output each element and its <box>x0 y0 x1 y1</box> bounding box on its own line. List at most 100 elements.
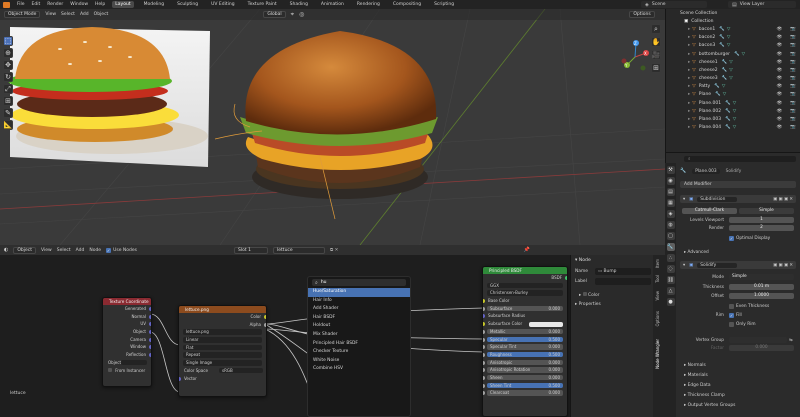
eye-icon[interactable]: 👁 <box>777 117 783 122</box>
snap-icon[interactable]: ⌖ <box>291 11 294 19</box>
eye-icon[interactable]: 👁 <box>777 76 783 81</box>
slot-dropdown[interactable]: Slot 1 <box>234 246 269 254</box>
image-texture-node[interactable]: lettuce.png Color Alpha lettuce.png Line… <box>178 305 267 397</box>
node-label-field[interactable] <box>595 278 651 285</box>
expand-arrow-icon[interactable]: ▸ <box>688 109 690 114</box>
distribution-dropdown[interactable]: GGX <box>487 282 563 289</box>
simple-button[interactable]: Simple <box>739 208 794 214</box>
expand-arrow-icon[interactable]: ▸ <box>688 76 690 81</box>
search-result-item[interactable]: Principled Hair BSDF <box>308 340 410 349</box>
input-socket[interactable] <box>483 299 485 304</box>
properties-search[interactable]: ⌕ <box>684 156 796 162</box>
interpolation-dropdown[interactable]: Linear <box>183 337 262 343</box>
tab-texture-paint[interactable]: Texture Paint <box>245 1 280 8</box>
advanced-panel[interactable]: ▸ Advanced <box>684 250 709 255</box>
material-buttons-icon[interactable]: ⧉ ✕ <box>330 247 338 253</box>
input-socket[interactable] <box>483 337 485 342</box>
search-result-item[interactable]: Add Shader <box>308 305 410 314</box>
search-result-item[interactable]: Combine HSV <box>308 365 410 374</box>
pin-icon[interactable]: 📌 <box>523 247 529 253</box>
search-result-item[interactable]: Hair Info <box>308 297 410 306</box>
object-tab-icon[interactable]: ▢ <box>666 232 675 240</box>
modifier-visibility-icon[interactable]: ▣ ▣ ▣ ✕ <box>773 263 796 268</box>
menu-window[interactable]: Window <box>70 2 88 7</box>
outliner-item[interactable]: ▸ ▽ Plane.001 🔧 ▽ 👁 📷 <box>666 99 800 107</box>
offset-field[interactable]: 1.0000 <box>729 293 794 299</box>
search-result-item[interactable]: Hue/Saturation <box>308 288 410 297</box>
menu-file[interactable]: File <box>17 2 25 7</box>
mode-dropdown[interactable]: Simple <box>729 274 794 280</box>
outliner-item[interactable]: ▸ ▽ Plane.003 🔧 ▽ 👁 📷 <box>666 115 800 123</box>
tool-tab-icon[interactable]: ⚒ <box>666 166 675 174</box>
expand-arrow-icon[interactable]: ▸ <box>688 43 690 48</box>
menu-edit[interactable]: Edit <box>32 2 41 7</box>
thickness-clamp-panel[interactable]: ▸ Thickness Clamp <box>684 393 725 398</box>
alpha-socket[interactable] <box>264 322 266 327</box>
eye-icon[interactable]: 👁 <box>777 52 783 57</box>
camera-visibility-icon[interactable]: 📷 <box>790 76 796 81</box>
expand-arrow-icon[interactable]: ▸ <box>688 117 690 122</box>
expand-arrow-icon[interactable]: ▸ <box>688 27 690 32</box>
3d-viewport[interactable]: X Y Z <box>0 9 665 245</box>
outliner-item[interactable]: ▸ ▽ cheese3 🔧 ▽ 👁 📷 <box>666 75 800 83</box>
menu-render[interactable]: Render <box>47 2 63 7</box>
render-tab-icon[interactable]: ◉ <box>666 177 675 185</box>
bsdf-value-field[interactable]: Specular 0.500 <box>487 336 563 342</box>
node-object-dropdown[interactable]: Object <box>13 246 37 254</box>
input-socket[interactable] <box>483 314 485 319</box>
levels-viewport-field[interactable]: 1 <box>729 217 794 223</box>
tab-sculpting[interactable]: Sculpting <box>174 1 201 8</box>
input-socket[interactable] <box>483 383 485 388</box>
annotate-tool-icon[interactable]: ✎ <box>3 108 13 118</box>
node-search-input[interactable]: ⌕ hu <box>312 279 406 286</box>
color-space-dropdown[interactable]: sRGB <box>219 367 263 374</box>
tab-layout[interactable]: Layout <box>112 1 134 8</box>
bsdf-value-field[interactable]: Anisotropic 0.000 <box>487 359 563 366</box>
outliner-item[interactable]: ▸ ▽ bottomburger 🔧 ▽ 👁 📷 <box>666 50 800 58</box>
vector-socket[interactable] <box>149 353 151 358</box>
node-name-field[interactable]: ▭ Bump <box>595 268 651 275</box>
bsdf-output-socket[interactable] <box>565 276 567 280</box>
input-socket[interactable] <box>483 368 485 373</box>
camera-visibility-icon[interactable]: 📷 <box>790 109 796 114</box>
expand-arrow-icon[interactable]: ▸ <box>688 35 690 40</box>
solidify-header[interactable]: ▾ ▣ Solidify ▣ ▣ ▣ ✕ <box>680 261 796 269</box>
texture-coordinate-node[interactable]: Texture Coordinate Generated Normal UV Obje… <box>102 297 152 387</box>
transform-tool-icon[interactable]: ⊞ <box>3 96 13 106</box>
tab-compositing[interactable]: Compositing <box>390 1 424 8</box>
subdivision-name[interactable]: Subdivision <box>697 196 738 202</box>
image-file-field[interactable]: lettuce.png <box>183 329 262 335</box>
input-socket[interactable] <box>483 360 485 365</box>
materials-panel[interactable]: ▸ Materials <box>684 373 708 378</box>
outliner-item[interactable]: ▸ ▽ Plane.002 🔧 ▽ 👁 📷 <box>666 107 800 115</box>
eye-icon[interactable]: 👁 <box>777 109 783 114</box>
outliner-item[interactable]: ▸ ▽ Patty 🔧 ▽ 👁 📷 <box>666 83 800 91</box>
input-socket[interactable] <box>483 352 485 357</box>
vector-socket[interactable] <box>149 345 151 350</box>
menu-help[interactable]: Help <box>95 2 105 7</box>
scale-tool-icon[interactable]: ⤢ <box>3 84 13 94</box>
input-socket[interactable] <box>483 375 485 380</box>
camera-visibility-icon[interactable]: 📷 <box>790 52 796 57</box>
projection-dropdown[interactable]: Flat <box>183 344 262 351</box>
object-name[interactable]: Plane.003 <box>692 168 720 174</box>
physics-tab-icon[interactable]: ◌ <box>666 265 675 273</box>
tab-view[interactable]: View <box>655 291 663 301</box>
move-tool-icon[interactable]: ✥ <box>3 60 13 70</box>
material-name-field[interactable]: lettuce <box>273 246 326 254</box>
expand-arrow-icon[interactable]: ▸ <box>688 101 690 106</box>
input-socket[interactable] <box>483 306 485 311</box>
tab-uv-editing[interactable]: UV Editing <box>208 1 237 8</box>
particles-tab-icon[interactable]: ∴ <box>666 254 675 262</box>
outliner-item[interactable]: ▸ ▽ cheese1 🔧 ▽ 👁 📷 <box>666 58 800 66</box>
input-socket[interactable] <box>483 345 485 350</box>
bsdf-value-field[interactable]: Specular Tint 0.000 <box>487 344 563 350</box>
eye-icon[interactable]: 👁 <box>777 35 783 40</box>
viewport-menu-view[interactable]: View <box>45 12 56 17</box>
viewport-menu-add[interactable]: Add <box>80 12 89 17</box>
search-result-item[interactable]: White Noise <box>308 357 410 366</box>
eye-icon[interactable]: 👁 <box>777 27 783 32</box>
editor-type-icon[interactable]: ◐ <box>4 247 8 253</box>
use-nodes-checkbox[interactable]: ✓ Use Nodes <box>106 247 137 253</box>
node-menu-add[interactable]: Add <box>76 248 85 253</box>
